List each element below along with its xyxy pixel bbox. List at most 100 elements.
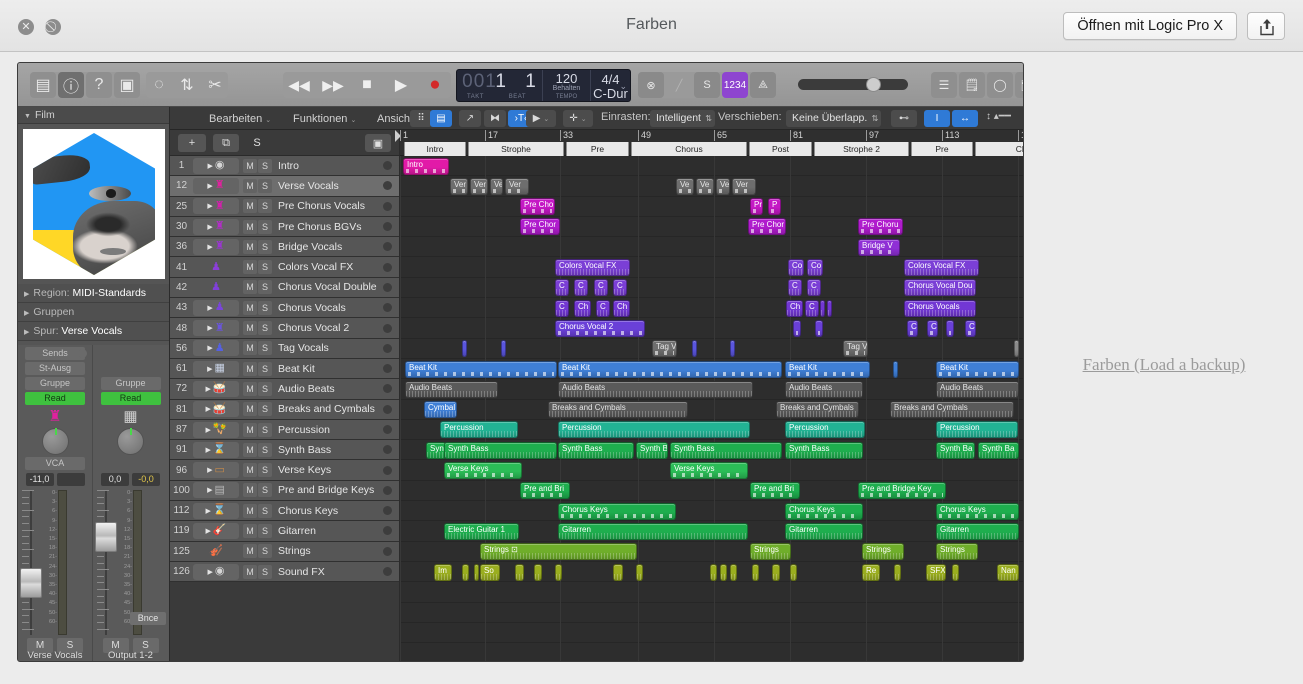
region[interactable]: Strings: [862, 543, 904, 561]
region[interactable]: [462, 340, 467, 358]
track-mute-button[interactable]: M: [243, 422, 257, 437]
volume-fader[interactable]: [20, 568, 42, 598]
pan-knob[interactable]: [41, 428, 69, 455]
play-triangle-icon[interactable]: ▶: [205, 405, 210, 413]
track-icon-button[interactable]: ▶ 🥁: [193, 380, 239, 397]
region[interactable]: P: [768, 198, 781, 216]
track-mute-button[interactable]: M: [243, 239, 257, 254]
play-triangle-icon[interactable]: ▶: [205, 385, 210, 393]
region[interactable]: Percussion: [785, 421, 865, 439]
region[interactable]: [462, 563, 469, 581]
track-header-chorus-keys[interactable]: 112 ▶ ⌛ M S Chorus Keys: [170, 501, 399, 522]
vca-button[interactable]: VCA: [25, 457, 85, 470]
track-solo-button[interactable]: S: [258, 178, 272, 193]
region[interactable]: Ch: [574, 299, 591, 317]
track-mute-button[interactable]: M: [243, 280, 257, 295]
region[interactable]: [613, 563, 623, 581]
region[interactable]: Audio Beats: [785, 380, 863, 398]
track-name[interactable]: Gitarren: [278, 525, 383, 537]
region[interactable]: [730, 340, 735, 358]
record-button[interactable]: ●: [419, 72, 451, 98]
track-name[interactable]: Pre and Bridge Keys: [278, 484, 383, 496]
secondary-value[interactable]: [56, 473, 85, 486]
track-mute-button[interactable]: M: [243, 381, 257, 396]
chevron-down-icon[interactable]: ⌄: [619, 81, 627, 92]
region[interactable]: Ver: [505, 177, 529, 195]
track-solo-button[interactable]: S: [258, 361, 272, 376]
track-mute-button[interactable]: M: [243, 341, 257, 356]
track-solo-button[interactable]: S: [258, 239, 272, 254]
send-level-dot[interactable]: [78, 349, 87, 358]
play-triangle-icon[interactable]: ▶: [205, 426, 210, 434]
track-name[interactable]: Colors Vocal FX: [278, 261, 383, 273]
region[interactable]: [1014, 340, 1019, 358]
region[interactable]: [515, 563, 524, 581]
record-enable-icon[interactable]: [383, 181, 392, 191]
region[interactable]: Synth Bass: [444, 441, 557, 459]
automation-mode-button[interactable]: Read: [100, 392, 161, 405]
region[interactable]: Breaks and Cymbals: [776, 401, 859, 419]
track-name[interactable]: Chorus Vocal Double: [278, 281, 383, 293]
region[interactable]: [730, 563, 737, 581]
region[interactable]: Colors Vocal FX: [904, 259, 979, 276]
metronome-click-icon[interactable]: ╱: [666, 72, 692, 98]
track-mute-button[interactable]: M: [243, 442, 257, 457]
region[interactable]: Pre and Bridge Key: [858, 482, 946, 500]
arrangement-marker[interactable]: Chorus 2: [975, 142, 1023, 156]
inspector-track-row[interactable]: ▶ Spur: Verse Vocals: [18, 322, 169, 341]
arrangement-marker[interactable]: Post: [749, 142, 812, 156]
record-enable-icon[interactable]: [383, 526, 392, 536]
track-mute-button[interactable]: M: [243, 321, 257, 336]
track-solo-button[interactable]: S: [258, 321, 272, 336]
play-triangle-icon[interactable]: ▶: [205, 507, 210, 515]
menu-bearbeiten[interactable]: Bearbeiten ⌄: [204, 111, 276, 127]
record-enable-icon[interactable]: [383, 242, 392, 252]
region[interactable]: Pre Chor: [520, 218, 560, 236]
region[interactable]: Ver: [732, 177, 756, 195]
region[interactable]: C: [555, 299, 569, 317]
solo-track-button[interactable]: S: [244, 134, 270, 152]
track-name[interactable]: Bridge Vocals: [278, 241, 383, 253]
region[interactable]: Beat Kit: [785, 360, 870, 378]
track-header-chorus-vocal-double[interactable]: 42 ♟ M S Chorus Vocal Double: [170, 277, 399, 299]
balance-knob[interactable]: [117, 428, 144, 455]
play-triangle-icon[interactable]: ▶: [207, 202, 212, 210]
track-mute-button[interactable]: M: [243, 361, 257, 376]
region[interactable]: [534, 563, 542, 581]
region[interactable]: Strings: [750, 543, 791, 561]
track-name[interactable]: Breaks and Cymbals: [278, 403, 383, 415]
toolbar-icon[interactable]: ▣: [114, 72, 140, 98]
track-header-percussion[interactable]: 87 ▶ 🪇 M S Percussion: [170, 419, 399, 441]
region[interactable]: C: [574, 279, 588, 297]
master-volume-knob[interactable]: [866, 77, 881, 92]
region[interactable]: Bridge V: [858, 238, 900, 256]
record-enable-icon[interactable]: [383, 465, 392, 475]
record-enable-icon[interactable]: [383, 282, 392, 292]
region[interactable]: Re: [862, 563, 880, 581]
track-solo-button[interactable]: S: [258, 503, 272, 518]
track-mute-button[interactable]: M: [243, 503, 257, 518]
track-solo-button[interactable]: S: [258, 300, 272, 315]
region[interactable]: [793, 319, 801, 337]
region[interactable]: [820, 299, 825, 317]
track-header-verse-vocals[interactable]: 12 ▶ ♜ M S Verse Vocals: [170, 176, 399, 197]
region[interactable]: [952, 563, 959, 581]
region[interactable]: Strings: [936, 543, 978, 561]
track-icon-button[interactable]: ▶ ♜: [193, 177, 239, 194]
region[interactable]: Gitarren: [558, 522, 748, 540]
region[interactable]: C: [807, 279, 821, 297]
play-triangle-icon[interactable]: ▶: [207, 324, 212, 332]
arrangement-marker[interactable]: Pre: [911, 142, 973, 156]
track-icon-button[interactable]: ▶ ◉: [193, 157, 239, 174]
track-mute-button[interactable]: M: [243, 463, 257, 478]
region[interactable]: Verse Keys: [670, 462, 748, 479]
region[interactable]: Ve: [696, 177, 714, 195]
track-solo-button[interactable]: S: [258, 442, 272, 457]
play-triangle-icon[interactable]: ▶: [207, 486, 212, 494]
track-icon-button[interactable]: ▶ ▤: [193, 482, 239, 499]
lcd-display[interactable]: 0011 1 TAKT BEAT 120 Behalten TEMPO 4/4 …: [456, 69, 631, 102]
region[interactable]: Breaks and Cymbals: [548, 401, 688, 419]
arrangement-marker[interactable]: Strophe: [468, 142, 564, 156]
forward-button[interactable]: ▶▶: [317, 72, 349, 98]
region[interactable]: Cymbal: [424, 401, 457, 419]
